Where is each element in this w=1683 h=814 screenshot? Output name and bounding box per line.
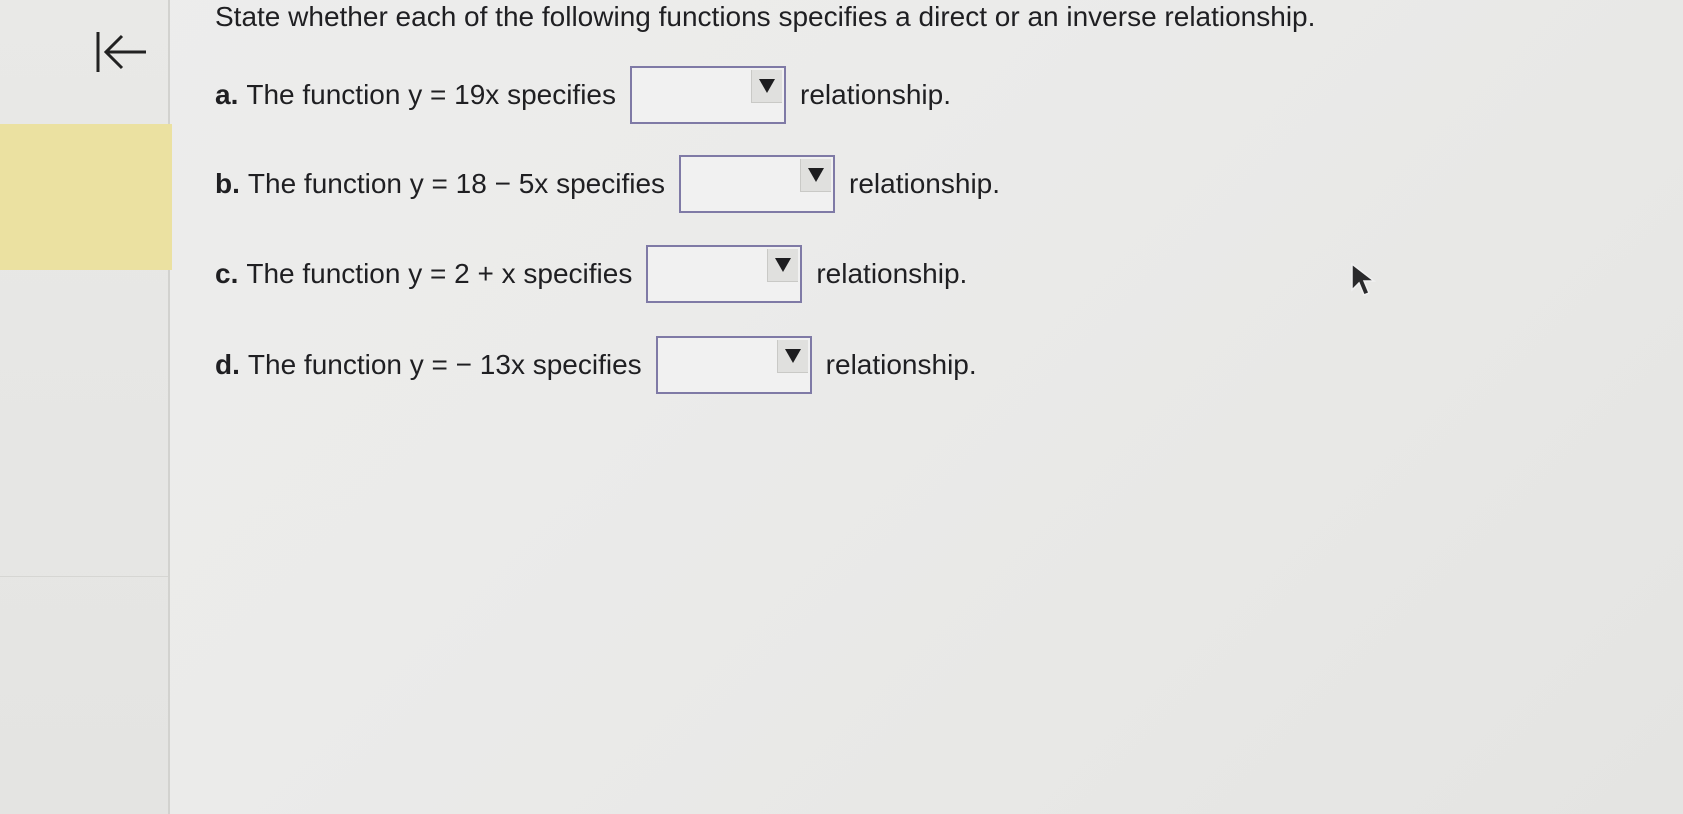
dropdown-toggle[interactable] xyxy=(800,159,832,192)
question-suffix: relationship. xyxy=(800,79,951,110)
relationship-select-d[interactable] xyxy=(655,336,812,394)
collapse-panel-button[interactable] xyxy=(90,26,150,78)
question-text: The function y = − 13x specifies xyxy=(247,349,642,380)
triangle-down-icon xyxy=(775,258,792,272)
relationship-select-c[interactable] xyxy=(646,245,803,303)
dropdown-toggle[interactable] xyxy=(751,70,783,103)
question-text: The function y = 18 − 5x specifies xyxy=(247,168,666,199)
collapse-left-arrow-icon xyxy=(96,32,146,72)
question-text: The function y = 2 + x specifies xyxy=(246,258,633,289)
question-content: State whether each of the following func… xyxy=(215,0,1615,814)
question-suffix: relationship. xyxy=(816,258,968,289)
rail-highlight xyxy=(0,124,172,270)
question-row-c: c. The function y = 2 + x specifies rela… xyxy=(215,243,967,305)
dropdown-toggle[interactable] xyxy=(767,249,799,282)
rail-divider xyxy=(0,576,168,577)
mouse-pointer-icon xyxy=(1351,262,1376,296)
triangle-down-icon xyxy=(784,349,801,363)
question-row-b: b. The function y = 18 − 5x specifies re… xyxy=(215,153,1000,215)
triangle-down-icon xyxy=(759,79,776,93)
triangle-down-icon xyxy=(808,168,825,182)
question-suffix: relationship. xyxy=(825,349,977,380)
question-row-a: a. The function y = 19x specifies relati… xyxy=(215,64,951,126)
dropdown-toggle[interactable] xyxy=(776,340,808,373)
question-text: The function y = 19x specifies xyxy=(246,79,617,110)
question-letter: a. xyxy=(215,79,239,110)
question-suffix: relationship. xyxy=(849,168,1001,199)
question-letter: b. xyxy=(215,168,240,199)
relationship-select-b[interactable] xyxy=(679,155,836,213)
question-letter: d. xyxy=(215,349,240,380)
relationship-select-a[interactable] xyxy=(630,66,787,124)
question-letter: c. xyxy=(215,258,239,289)
question-row-d: d. The function y = − 13x specifies rela… xyxy=(215,334,977,396)
question-instruction: State whether each of the following func… xyxy=(215,1,1316,32)
left-rail xyxy=(0,0,172,814)
